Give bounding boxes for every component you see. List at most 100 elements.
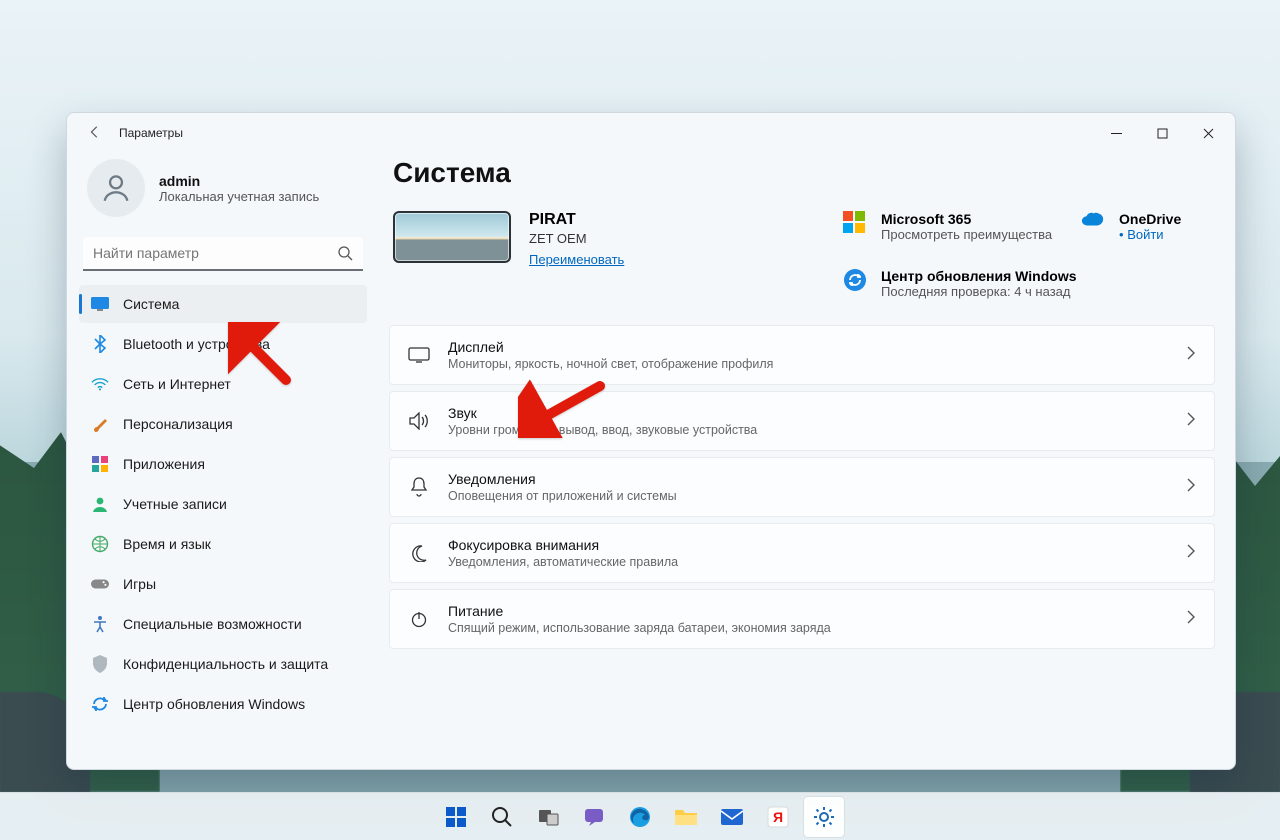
sidebar-item-label: Специальные возможности bbox=[123, 616, 302, 632]
promo-title: OneDrive bbox=[1119, 211, 1181, 227]
taskbar-taskview[interactable] bbox=[528, 797, 568, 837]
wifi-icon bbox=[91, 375, 109, 393]
search-icon bbox=[337, 245, 353, 266]
pc-name: PIRAT bbox=[529, 211, 624, 229]
sidebar-item-gaming[interactable]: Игры bbox=[79, 565, 367, 603]
profile-block[interactable]: admin Локальная учетная запись bbox=[79, 153, 367, 233]
promo-subtitle: Просмотреть преимущества bbox=[881, 227, 1052, 242]
maximize-button[interactable] bbox=[1139, 117, 1185, 149]
update-circle-icon bbox=[843, 268, 867, 292]
sidebar-item-label: Приложения bbox=[123, 456, 205, 472]
sidebar-item-system[interactable]: Система bbox=[79, 285, 367, 323]
monitor-icon bbox=[408, 347, 430, 363]
promo-subtitle[interactable]: • Войти bbox=[1119, 227, 1181, 242]
taskbar-chat[interactable] bbox=[574, 797, 614, 837]
back-button[interactable] bbox=[81, 125, 109, 142]
chevron-right-icon bbox=[1186, 478, 1196, 497]
sidebar-item-label: Персонализация bbox=[123, 416, 233, 432]
settings-cards: Дисплей Мониторы, яркость, ночной свет, … bbox=[389, 325, 1215, 649]
onedrive-icon bbox=[1081, 211, 1105, 235]
sidebar: admin Локальная учетная запись Система B… bbox=[67, 153, 379, 769]
promo-microsoft365[interactable]: Microsoft 365 Просмотреть преимущества bbox=[843, 211, 1053, 242]
chevron-right-icon bbox=[1186, 346, 1196, 365]
page-title: Система bbox=[393, 157, 1215, 189]
card-title: Питание bbox=[448, 603, 831, 619]
promo-title: Центр обновления Windows bbox=[881, 268, 1077, 284]
person-icon bbox=[99, 171, 133, 205]
svg-text:Я: Я bbox=[773, 809, 783, 825]
card-sound[interactable]: Звук Уровни громкости, вывод, ввод, звук… bbox=[389, 391, 1215, 451]
search-input[interactable] bbox=[83, 237, 363, 271]
yandex-icon: Я bbox=[766, 805, 790, 829]
clock-globe-icon bbox=[91, 535, 109, 553]
sidebar-item-personalization[interactable]: Персонализация bbox=[79, 405, 367, 443]
taskbar-search[interactable] bbox=[482, 797, 522, 837]
window-title: Параметры bbox=[119, 126, 183, 140]
main-content: Система PIRAT ZET OEM Переименовать bbox=[379, 153, 1235, 769]
pc-wallpaper-thumb[interactable] bbox=[393, 211, 511, 263]
close-button[interactable] bbox=[1185, 117, 1231, 149]
pc-oem: ZET OEM bbox=[529, 231, 624, 246]
taskbar-yandex[interactable]: Я bbox=[758, 797, 798, 837]
card-notifications[interactable]: Уведомления Оповещения от приложений и с… bbox=[389, 457, 1215, 517]
profile-subtitle: Локальная учетная запись bbox=[159, 189, 319, 204]
shield-icon bbox=[91, 655, 109, 673]
microsoft-logo-icon bbox=[843, 211, 867, 235]
windows-start-icon bbox=[444, 805, 468, 829]
search-box[interactable] bbox=[83, 237, 363, 271]
sidebar-item-update[interactable]: Центр обновления Windows bbox=[79, 685, 367, 723]
accessibility-icon bbox=[91, 615, 109, 633]
speaker-icon bbox=[408, 412, 430, 430]
gamepad-icon bbox=[91, 575, 109, 593]
arrow-left-icon bbox=[88, 125, 102, 139]
promo-subtitle: Последняя проверка: 4 ч назад bbox=[881, 284, 1077, 299]
apps-icon bbox=[91, 455, 109, 473]
taskbar-settings[interactable] bbox=[804, 797, 844, 837]
sidebar-item-label: Учетные записи bbox=[123, 496, 227, 512]
promo-windows-update[interactable]: Центр обновления Windows Последняя прове… bbox=[843, 268, 1183, 299]
card-title: Уведомления bbox=[448, 471, 677, 487]
card-subtitle: Мониторы, яркость, ночной свет, отображе… bbox=[448, 357, 773, 371]
pc-rename-link[interactable]: Переименовать bbox=[529, 252, 624, 267]
card-power[interactable]: Питание Спящий режим, использование заря… bbox=[389, 589, 1215, 649]
sidebar-item-apps[interactable]: Приложения bbox=[79, 445, 367, 483]
taskbar-explorer[interactable] bbox=[666, 797, 706, 837]
card-title: Фокусировка внимания bbox=[448, 537, 678, 553]
settings-window: Параметры admin Локальная учетная запись bbox=[66, 112, 1236, 770]
sidebar-item-bluetooth[interactable]: Bluetooth и устройства bbox=[79, 325, 367, 363]
taskbar-edge[interactable] bbox=[620, 797, 660, 837]
brush-icon bbox=[91, 415, 109, 433]
pc-card: PIRAT ZET OEM Переименовать bbox=[393, 211, 819, 269]
sidebar-item-label: Система bbox=[123, 296, 179, 312]
account-icon bbox=[91, 495, 109, 513]
power-icon bbox=[408, 610, 430, 628]
sidebar-item-time[interactable]: Время и язык bbox=[79, 525, 367, 563]
chevron-right-icon bbox=[1186, 610, 1196, 629]
card-title: Дисплей bbox=[448, 339, 773, 355]
minimize-icon bbox=[1111, 128, 1122, 139]
card-focus[interactable]: Фокусировка внимания Уведомления, автома… bbox=[389, 523, 1215, 583]
taskbar-start[interactable] bbox=[436, 797, 476, 837]
promo-title: Microsoft 365 bbox=[881, 211, 1052, 227]
sidebar-item-label: Сеть и Интернет bbox=[123, 376, 231, 392]
sidebar-item-label: Время и язык bbox=[123, 536, 211, 552]
sidebar-item-label: Игры bbox=[123, 576, 156, 592]
sidebar-item-accounts[interactable]: Учетные записи bbox=[79, 485, 367, 523]
taskbar: Я bbox=[0, 792, 1280, 840]
card-subtitle: Уведомления, автоматические правила bbox=[448, 555, 678, 569]
sidebar-item-privacy[interactable]: Конфиденциальность и защита bbox=[79, 645, 367, 683]
sidebar-item-network[interactable]: Сеть и Интернет bbox=[79, 365, 367, 403]
promo-onedrive[interactable]: OneDrive • Войти bbox=[1081, 211, 1211, 242]
chevron-right-icon bbox=[1186, 544, 1196, 563]
mail-icon bbox=[720, 805, 744, 829]
minimize-button[interactable] bbox=[1093, 117, 1139, 149]
sidebar-item-accessibility[interactable]: Специальные возможности bbox=[79, 605, 367, 643]
titlebar: Параметры bbox=[67, 113, 1235, 153]
taskbar-mail[interactable] bbox=[712, 797, 752, 837]
nav-list: Система Bluetooth и устройства Сеть и Ин… bbox=[79, 285, 367, 723]
card-title: Звук bbox=[448, 405, 757, 421]
card-display[interactable]: Дисплей Мониторы, яркость, ночной свет, … bbox=[389, 325, 1215, 385]
folder-icon bbox=[674, 805, 698, 829]
bluetooth-icon bbox=[91, 335, 109, 353]
edge-icon bbox=[628, 805, 652, 829]
